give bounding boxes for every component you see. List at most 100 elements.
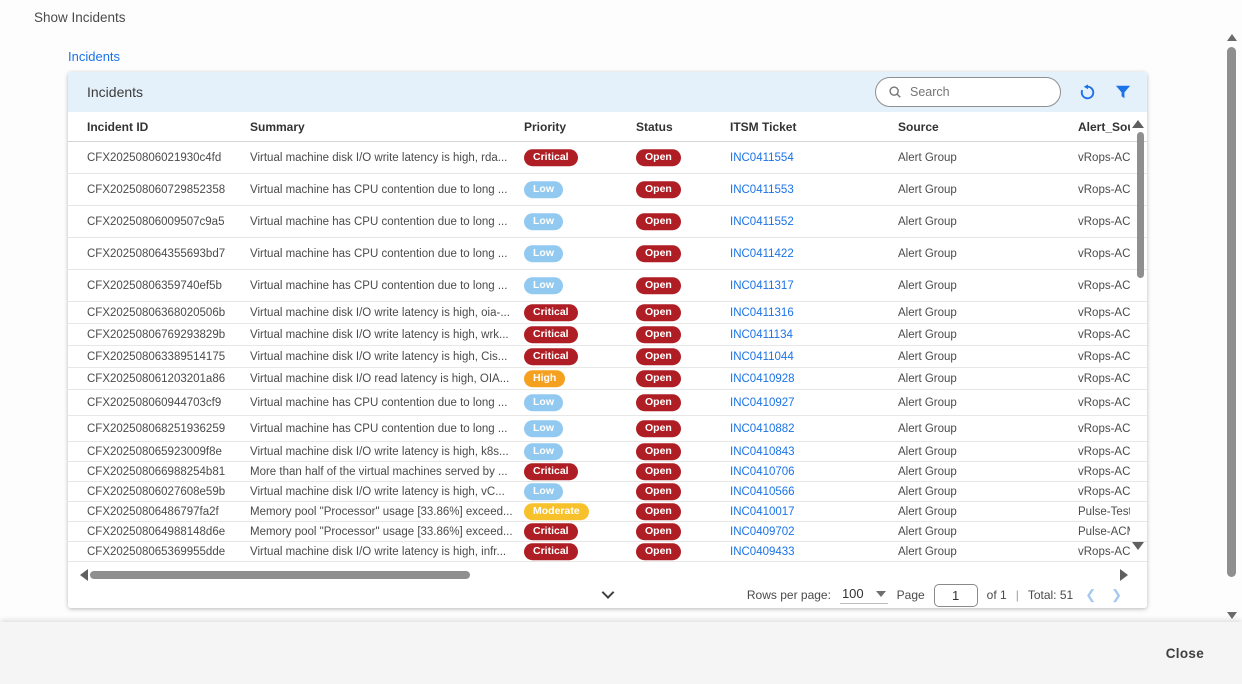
dialog-title: Show Incidents [34,10,126,25]
breadcrumb-incidents-link[interactable]: Incidents [68,49,120,64]
filter-button[interactable] [1113,82,1133,102]
itsm-ticket-link[interactable]: INC0411316 [730,307,794,319]
incident-id-cell: CFX202508066988254b81 [87,466,247,478]
close-button[interactable]: Close [1166,646,1204,661]
source-cell: Alert Group [898,216,957,228]
table-header-row: Incident ID Summary Priority Status ITSM… [68,112,1147,142]
itsm-ticket-link[interactable]: INC0411134 [730,329,793,341]
priority-cell: Low [524,181,563,199]
pagination-bar: Rows per page: 100 Page of 1 | Total: 51… [68,582,1147,608]
table-row: CFX202508060944703cf9 Virtual machine ha… [68,390,1147,416]
column-header-summary[interactable]: Summary [250,120,514,134]
rows-per-page-select[interactable]: 100 [840,586,888,604]
priority-badge: Critical [524,304,578,322]
summary-cell: Virtual machine disk I/O write latency i… [250,329,514,341]
table-scroll-up-icon[interactable] [1132,120,1144,128]
table-scroll-right-icon[interactable] [1120,569,1128,581]
alert-source-cell: vRops-ACM [1078,546,1130,558]
incident-id-cell: CFX20250806368020506b [87,307,247,319]
incident-id-cell: CFX20250806359740ef5b [87,280,247,292]
source-cell: Alert Group [898,184,957,196]
itsm-ticket-link[interactable]: INC0410927 [730,397,795,409]
table-horizontal-scrollbar[interactable] [90,571,470,579]
itsm-ticket-link[interactable]: INC0410017 [730,506,795,518]
table-row: CFX202508065923009f8e Virtual machine di… [68,442,1147,462]
table-row: CFX20250806021930c4fd Virtual machine di… [68,142,1147,174]
priority-badge: Low [524,394,563,412]
column-header-itsm-ticket[interactable]: ITSM Ticket [730,120,796,134]
status-badge: Open [636,463,681,481]
priority-cell: Critical [524,348,578,366]
source-cell: Alert Group [898,152,957,164]
column-header-priority[interactable]: Priority [524,120,566,134]
refresh-button[interactable] [1077,82,1097,102]
column-header-incident-id[interactable]: Incident ID [87,120,247,134]
alert-source-cell: vRops-ACM [1078,397,1130,409]
page-scroll-up-icon[interactable] [1227,34,1237,41]
search-input[interactable] [910,85,1040,99]
itsm-ticket-link[interactable]: INC0411422 [730,248,794,260]
alert-source-cell: vRops-ACM [1078,486,1130,498]
refresh-icon [1079,84,1096,101]
page-scrollbar-thumb[interactable] [1227,47,1236,577]
itsm-ticket-link[interactable]: INC0410882 [730,423,795,435]
priority-cell: Low [524,277,563,295]
table-scroll-left-icon[interactable] [80,569,88,581]
itsm-ticket-link[interactable]: INC0411554 [730,152,794,164]
column-header-alert-source[interactable]: Alert_Sour [1078,120,1130,134]
priority-badge: Moderate [524,503,589,521]
priority-badge: Low [524,443,563,461]
alert-source-cell: vRops-ACM [1078,351,1130,363]
status-badge: Open [636,483,681,501]
summary-cell: Virtual machine disk I/O write latency i… [250,546,514,558]
table-scroll-down-icon[interactable] [1132,542,1144,550]
incidents-card: Incidents [68,72,1147,608]
priority-cell: Critical [524,523,578,541]
show-incidents-dialog: Show Incidents Incidents Incidents [0,0,1242,684]
alert-source-cell: vRops-ACM [1078,248,1130,260]
alert-source-cell: vRops-ACM [1078,280,1130,292]
itsm-ticket-link[interactable]: INC0410843 [730,446,795,458]
itsm-ticket-cell: INC0410927 [730,397,795,409]
status-badge: Open [636,181,681,199]
status-cell: Open [636,245,681,263]
table-row: CFX20250806769293829b Virtual machine di… [68,324,1147,346]
summary-cell: Virtual machine has CPU contention due t… [250,397,514,409]
priority-cell: Low [524,420,563,438]
table-vertical-scrollbar[interactable] [1137,132,1144,278]
itsm-ticket-link[interactable]: INC0411553 [730,184,794,196]
alert-source-cell: vRops-ACM [1078,184,1130,196]
itsm-ticket-link[interactable]: INC0409433 [730,546,795,558]
previous-page-button[interactable]: ❮ [1082,587,1099,603]
itsm-ticket-link[interactable]: INC0410928 [730,373,795,385]
priority-badge: Critical [524,326,578,344]
itsm-ticket-link[interactable]: INC0410706 [730,466,795,478]
page-scroll-down-icon[interactable] [1227,612,1237,619]
itsm-ticket-link[interactable]: INC0411552 [730,216,794,228]
alert-source-cell: Pulse-ACM [1078,526,1130,538]
table-row: CFX202508061203201a86 Virtual machine di… [68,368,1147,390]
table-row: CFX20250806359740ef5b Virtual machine ha… [68,270,1147,302]
source-cell: Alert Group [898,351,957,363]
source-cell: Alert Group [898,526,957,538]
itsm-ticket-link[interactable]: INC0410566 [730,486,795,498]
column-header-source[interactable]: Source [898,120,939,134]
itsm-ticket-link[interactable]: INC0411044 [730,351,794,363]
status-cell: Open [636,181,681,199]
itsm-ticket-link[interactable]: INC0411317 [730,280,794,292]
priority-cell: Low [524,394,563,412]
card-title: Incidents [87,84,143,100]
incidents-card-header: Incidents [68,72,1147,112]
incident-id-cell: CFX20250806486797fa2f [87,506,247,518]
itsm-ticket-link[interactable]: INC0409702 [730,526,795,538]
rows-per-page-value: 100 [842,586,864,601]
status-badge: Open [636,523,681,541]
search-box[interactable] [875,77,1061,107]
source-cell: Alert Group [898,506,957,518]
chevron-down-icon[interactable] [601,586,614,599]
priority-badge: Low [524,420,563,438]
next-page-button[interactable]: ❯ [1108,587,1125,603]
page-number-input[interactable] [934,584,978,607]
page-scrollbar [1226,32,1238,622]
column-header-status[interactable]: Status [636,120,673,134]
